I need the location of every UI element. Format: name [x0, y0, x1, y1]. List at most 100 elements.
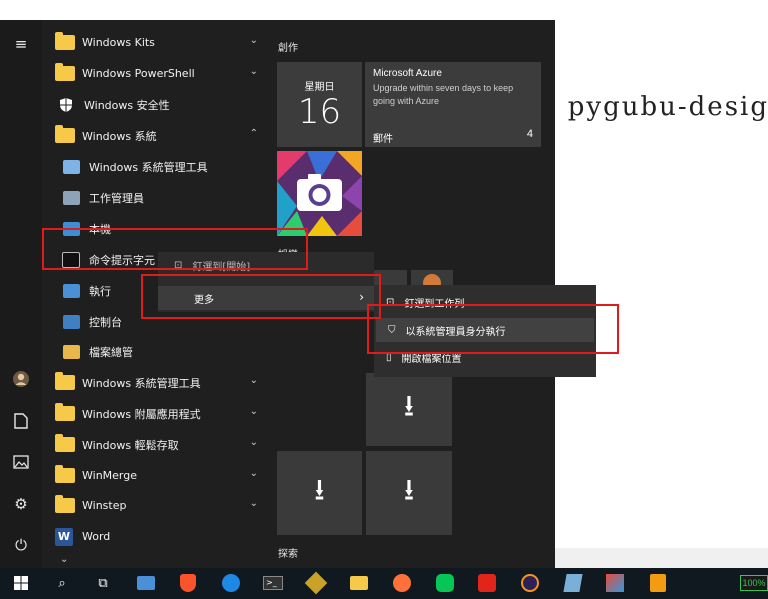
expand-chevron-icon[interactable]: ⌄ [250, 468, 258, 479]
hamburger-menu-icon[interactable]: ≡ [11, 34, 31, 54]
app-list-item[interactable]: Windows 安全性 [42, 89, 268, 120]
highlight-box [367, 304, 619, 354]
mail-title: Microsoft Azure [373, 68, 442, 79]
app-list-item-label: Windows 安全性 [84, 98, 170, 112]
app-list-item[interactable]: Windows Kits ⌄ [42, 27, 268, 58]
notepad-app-icon[interactable] [645, 571, 671, 595]
scroll-down-chevron-icon[interactable]: ⌄ [60, 554, 68, 565]
search-icon[interactable]: ⌕ [49, 571, 75, 595]
file-transfer-icon[interactable] [133, 571, 159, 595]
expand-chevron-icon[interactable]: ⌄ [250, 35, 258, 46]
app-list-item-label: Word [82, 530, 111, 543]
tool-app-icon[interactable] [303, 571, 329, 595]
expand-chevron-icon[interactable]: ⌄ [250, 437, 258, 448]
app-list-item[interactable]: 檔案總管 [42, 336, 268, 367]
windows-security-shield-icon [57, 97, 75, 113]
folder-icon [55, 495, 75, 513]
mail-body: Upgrade within seven days to keep going … [373, 83, 514, 106]
acrobat-pdf-icon[interactable] [474, 571, 500, 595]
folder-icon [55, 125, 75, 143]
pictures-icon[interactable] [11, 454, 31, 474]
expand-chevron-icon[interactable]: ⌄ [250, 375, 258, 386]
image-app-icon[interactable] [602, 571, 628, 595]
tile-group-label: 探索 [278, 549, 298, 560]
windows-start-icon[interactable] [8, 571, 34, 595]
expand-chevron-icon[interactable]: ⌄ [250, 406, 258, 417]
firefox-icon[interactable] [389, 571, 415, 595]
app-list-item[interactable]: Windows PowerShell ⌄ [42, 58, 268, 89]
highlight-box [141, 274, 381, 319]
editor-status-strip [555, 548, 768, 568]
app-list-item-label: Windows 系統 [82, 129, 157, 143]
power-icon[interactable]: ⏻ [11, 535, 31, 555]
download-arrow-icon: ⭳ [403, 473, 415, 507]
battery-indicator: 100% [740, 575, 768, 591]
editor-app-icon[interactable] [560, 571, 586, 595]
system-app-icon [62, 344, 80, 360]
line-chat-icon[interactable] [432, 571, 458, 595]
expand-chevron-icon[interactable]: ⌄ [250, 66, 258, 77]
app-list-item[interactable]: Windows 系統管理工具 [42, 151, 268, 182]
camera-tile[interactable] [277, 151, 362, 236]
app-list-item-label: 執行 [89, 284, 111, 298]
terminal-icon[interactable]: >_ [260, 571, 286, 595]
app-list-item-label: Windows 附屬應用程式 [82, 407, 201, 421]
calendar-tile[interactable]: 星期日 16 [277, 62, 362, 147]
camera-icon [277, 151, 362, 236]
app-list-item[interactable]: WinMerge ⌄ [42, 460, 268, 491]
editor-background-text: a pygubu-desig [540, 92, 768, 122]
network-app-icon[interactable] [218, 571, 244, 595]
expand-chevron-icon[interactable]: ⌃ [250, 128, 258, 139]
taskbar: ⌕ ⧉ >_ 100% [0, 568, 768, 599]
start-rail: ≡ ⚙ ⏻ [0, 20, 42, 568]
calendar-date: 16 [297, 92, 342, 132]
app-list-item[interactable]: Windows 附屬應用程式 ⌄ [42, 398, 268, 429]
folder-icon [55, 32, 75, 50]
app-list-item-label: Windows Kits [82, 36, 155, 49]
app-list-item-label: Windows 系統管理工具 [82, 376, 201, 390]
app-list-item[interactable]: Windows 系統 ⌃ [42, 120, 268, 151]
download-tile[interactable]: ⭳ [277, 451, 362, 535]
app-list-item[interactable]: W Word [42, 521, 268, 552]
folder-icon [55, 403, 75, 421]
app-list-item-label: Windows PowerShell [82, 67, 195, 80]
app-list-item[interactable]: Windows 輕鬆存取 ⌄ [42, 429, 268, 460]
tile-group-label: 創作 [278, 43, 298, 54]
app-list-item-label: Windows 系統管理工具 [89, 160, 208, 174]
calendar-day: 星期日 [304, 82, 335, 93]
file-explorer-icon[interactable] [346, 571, 372, 595]
user-avatar-icon[interactable] [11, 370, 31, 390]
mail-count: 4 [526, 128, 533, 140]
highlight-box [42, 228, 308, 270]
app-list-item[interactable]: 工作管理員 [42, 182, 268, 213]
app-list-item[interactable]: Winstep ⌄ [42, 490, 268, 521]
brave-browser-icon[interactable] [175, 571, 201, 595]
folder-icon [55, 434, 75, 452]
app-list-item-label: Winstep [82, 499, 127, 512]
eclipse-icon[interactable] [517, 571, 543, 595]
mail-tile[interactable]: Microsoft Azure Upgrade within seven day… [365, 62, 541, 147]
download-arrow-icon: ⭳ [314, 473, 325, 507]
app-list-item-label: 控制台 [89, 315, 122, 329]
system-app-icon [62, 190, 80, 206]
system-app-icon [62, 314, 80, 330]
settings-gear-icon[interactable]: ⚙ [11, 494, 31, 514]
folder-icon [55, 63, 75, 81]
download-arrow-icon: ⭳ [403, 390, 415, 423]
documents-icon[interactable] [11, 413, 31, 433]
app-list-item-label: Windows 輕鬆存取 [82, 438, 179, 452]
download-tile[interactable]: ⭳ [366, 451, 452, 535]
app-list-item-label: WinMerge [82, 469, 137, 482]
app-list-item[interactable]: Windows 系統管理工具 ⌄ [42, 367, 268, 398]
folder-icon [55, 372, 75, 390]
system-app-icon [62, 159, 80, 175]
download-tile[interactable]: ⭳ [366, 373, 452, 446]
system-app-icon [62, 283, 80, 299]
folder-icon [55, 465, 75, 483]
app-list-item-label: 檔案總管 [89, 345, 133, 359]
task-view-icon[interactable]: ⧉ [90, 571, 116, 595]
expand-chevron-icon[interactable]: ⌄ [250, 498, 258, 509]
mail-label: 郵件 [373, 134, 393, 145]
word-app-icon: W [55, 527, 73, 546]
app-list-item-label: 工作管理員 [89, 191, 144, 205]
